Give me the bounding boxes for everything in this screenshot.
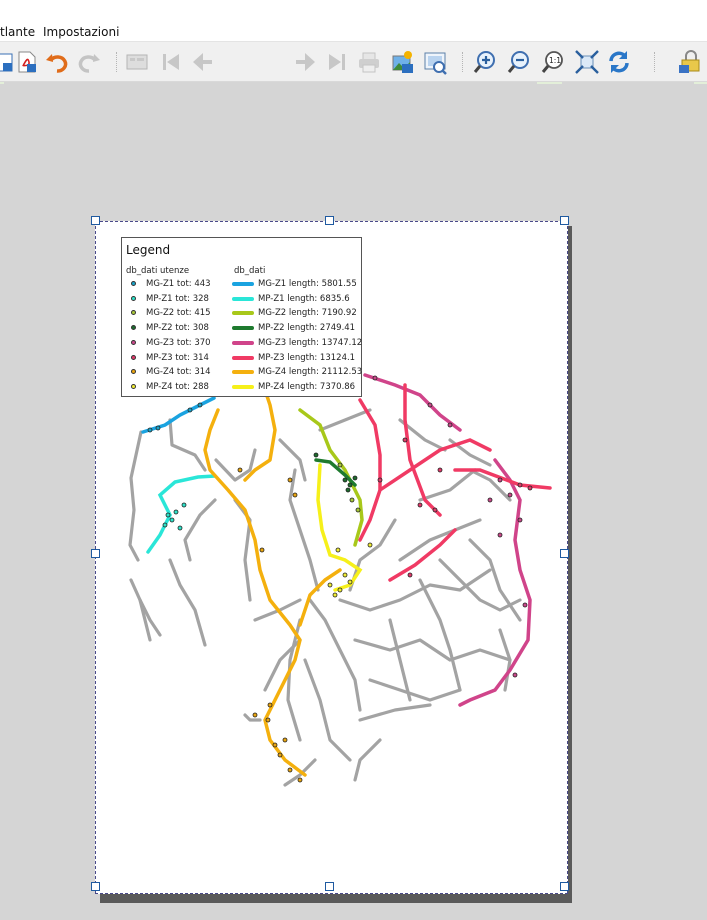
legend-line-label: MG-Z4 length: 21112.53 <box>258 367 363 378</box>
resize-handle-bottom-right[interactable] <box>560 882 569 891</box>
legend-lines-header: db_dati <box>234 266 266 276</box>
legend-line-symbol <box>232 282 254 286</box>
legend-line-symbol <box>232 370 254 375</box>
legend-point-symbol <box>131 339 136 345</box>
gray-network-lines <box>128 408 522 787</box>
legend-line-label: MG-Z1 length: 5801.55 <box>258 279 357 289</box>
legend-point-symbol <box>131 383 136 389</box>
legend-point-symbol <box>131 325 136 331</box>
legend-point-label: MG-Z2 tot: 415 <box>146 308 211 319</box>
mp-z2-line <box>314 458 357 487</box>
legend-line-symbol <box>232 355 254 360</box>
legend-title: Legend <box>126 243 171 257</box>
legend-point-label: MG-Z3 tot: 370 <box>146 337 211 348</box>
map-item[interactable] <box>0 0 707 920</box>
legend-point-label: MP-Z1 tot: 328 <box>146 293 209 304</box>
legend-point-label: MG-Z1 tot: 443 <box>146 279 211 289</box>
legend-point-label: MP-Z2 tot: 308 <box>146 323 209 334</box>
legend-point-label: MG-Z4 tot: 314 <box>146 367 211 378</box>
legend-line-symbol <box>232 340 254 345</box>
legend-point-symbol <box>131 354 136 360</box>
legend-line-symbol <box>232 296 254 301</box>
legend-point-label: MP-Z4 tot: 288 <box>146 381 209 392</box>
legend-line-symbol <box>232 326 254 331</box>
legend-points-header: db_dati utenze <box>126 266 190 276</box>
legend-point-label: MP-Z3 tot: 314 <box>146 352 209 363</box>
legend-point-symbol <box>131 369 136 375</box>
mp-z1-line <box>146 474 217 554</box>
legend-line-label: MG-Z3 length: 13747.12 <box>258 337 363 348</box>
legend-line-label: MP-Z1 length: 6835.6 <box>258 293 350 304</box>
map-legend[interactable]: Legend db_dati utenze db_dati MG-Z1 tot:… <box>121 237 362 397</box>
legend-line-symbol <box>232 311 254 316</box>
resize-handle-top-right[interactable] <box>560 216 569 225</box>
resize-handle-left[interactable] <box>91 549 100 558</box>
legend-point-symbol <box>131 281 136 286</box>
legend-line-label: MG-Z2 length: 7190.92 <box>258 308 357 319</box>
mg-z4-line <box>203 388 342 777</box>
resize-handle-top-left[interactable] <box>91 216 100 225</box>
resize-handle-bottom-left[interactable] <box>91 882 100 891</box>
mp-z3-line <box>358 383 552 582</box>
mg-z3-line <box>363 373 532 707</box>
legend-point-symbol <box>131 295 136 301</box>
legend-line-label: MP-Z4 length: 7370.86 <box>258 381 356 392</box>
resize-handle-right[interactable] <box>560 549 569 558</box>
legend-line-label: MP-Z2 length: 2749.41 <box>258 323 356 334</box>
legend-point-symbol <box>131 310 136 316</box>
legend-line-label: MP-Z3 length: 13124.1 <box>258 352 356 363</box>
resize-handle-bottom[interactable] <box>325 882 334 891</box>
legend-line-symbol <box>232 384 254 389</box>
mg-z1-line <box>141 396 216 434</box>
resize-handle-top[interactable] <box>325 216 334 225</box>
